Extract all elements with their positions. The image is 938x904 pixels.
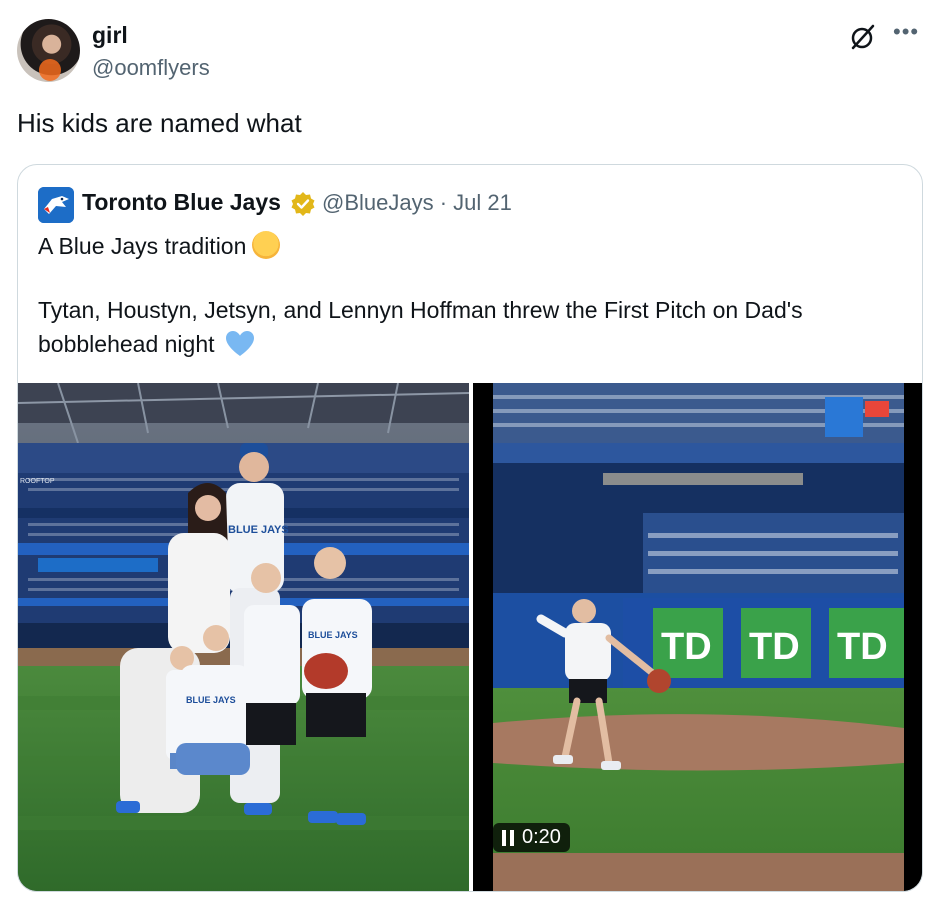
quoted-text-body: Tytan, Houstyn, Jetsyn, and Lennyn Hoffm… <box>38 293 898 361</box>
video-time: 0:20 <box>522 826 561 848</box>
pause-icon[interactable] <box>502 829 514 846</box>
tweet-text: His kids are named what <box>17 108 302 138</box>
jersey-text-boy: BLUE JAYS <box>308 630 358 640</box>
jersey-text-girl: BLUE JAYS <box>186 695 236 705</box>
blue-jays-logo-avatar[interactable] <box>38 187 74 223</box>
quoted-handle-date[interactable]: @BlueJays · Jul 21 <box>322 190 512 216</box>
video-first-pitch[interactable]: TD TD TD <box>473 383 922 891</box>
author-name[interactable]: girl <box>92 22 128 49</box>
td-sign-2: TD <box>749 626 800 668</box>
quoted-text-line1: A Blue Jays tradition <box>38 231 281 260</box>
verified-badge-icon <box>290 191 316 217</box>
photo-family-on-field[interactable]: ROOFTOP BLUE JAYS BLUE JAYS BLUE JAYS <box>18 383 469 891</box>
grok-icon[interactable] <box>846 22 878 54</box>
td-sign-3: TD <box>837 626 888 668</box>
quoted-text-tradition: A Blue Jays tradition <box>38 233 247 259</box>
hugging-face-emoji-icon <box>252 231 281 259</box>
quoted-text-first-pitch: Tytan, Houstyn, Jetsyn, and Lennyn Hoffm… <box>38 297 803 357</box>
stadium-sign-text: ROOFTOP <box>20 478 55 485</box>
quoted-tweet[interactable]: Toronto Blue Jays @BlueJays · Jul 21 A B… <box>17 164 923 892</box>
blue-heart-emoji-icon <box>225 331 254 356</box>
author-handle[interactable]: @oomflyers <box>92 55 210 81</box>
more-options-icon[interactable]: ••• <box>893 21 919 48</box>
td-sign-1: TD <box>661 626 712 668</box>
author-avatar[interactable] <box>17 19 80 82</box>
quoted-author-name[interactable]: Toronto Blue Jays <box>82 189 281 216</box>
video-time-badge[interactable]: 0:20 <box>493 823 570 852</box>
jersey-text-dad: BLUE JAYS <box>228 524 289 536</box>
